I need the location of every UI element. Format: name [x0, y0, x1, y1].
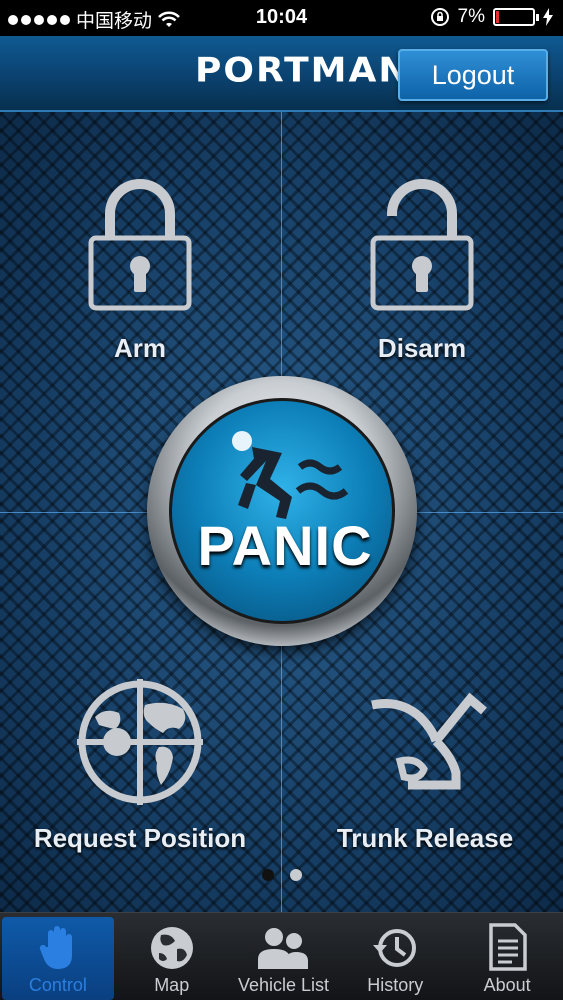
- status-right: 7%: [430, 6, 553, 28]
- trunk-icon: [371, 692, 487, 790]
- lock-closed-icon: [88, 179, 192, 311]
- brand-logo: PORTMAN: [195, 51, 411, 90]
- people-icon: [258, 928, 309, 969]
- request-position-button[interactable]: Request Position: [15, 677, 265, 854]
- status-bar: 中国移动 10:04 7%: [0, 0, 563, 36]
- battery-percent: 7%: [457, 6, 485, 27]
- tab-map[interactable]: Map: [116, 913, 228, 1000]
- tab-history[interactable]: History: [339, 913, 451, 1000]
- panic-button-face: PANIC: [169, 398, 395, 624]
- tab-about[interactable]: About: [451, 913, 563, 1000]
- arm-button[interactable]: Arm: [60, 176, 220, 364]
- rotation-lock-icon: [430, 8, 449, 26]
- panic-label: PANIC: [197, 514, 373, 577]
- page-dot-2[interactable]: [289, 869, 302, 881]
- tab-label: About: [483, 975, 531, 995]
- disarm-label: Disarm: [377, 333, 467, 363]
- panic-button[interactable]: PANIC: [147, 376, 417, 646]
- tab-label: Control: [28, 975, 87, 995]
- page-indicator[interactable]: [0, 869, 563, 881]
- tab-label: Vehicle List: [237, 975, 330, 995]
- hand-icon: [39, 926, 72, 969]
- logout-button[interactable]: Logout: [398, 49, 548, 101]
- tab-bar: Control Map Vehicle List History About: [0, 912, 563, 1000]
- request-position-label: Request Position: [33, 823, 247, 853]
- tab-control[interactable]: Control: [2, 917, 114, 1000]
- disarm-button[interactable]: Disarm: [342, 176, 502, 364]
- battery-icon: [493, 8, 539, 26]
- app-header: PORTMAN Logout: [0, 36, 563, 112]
- lock-open-icon: [370, 179, 474, 311]
- globe-icon: [150, 927, 193, 969]
- tab-vehicle-list[interactable]: Vehicle List: [228, 913, 340, 1000]
- document-icon: [489, 923, 527, 971]
- tab-label: History: [367, 975, 424, 995]
- arm-label: Arm: [113, 333, 166, 363]
- tab-label: Map: [154, 975, 190, 995]
- crosshair-globe-icon: [77, 679, 203, 805]
- page-dot-1[interactable]: [261, 869, 274, 881]
- trunk-release-button[interactable]: Trunk Release: [300, 677, 550, 854]
- trunk-release-label: Trunk Release: [336, 823, 514, 853]
- charging-icon: [543, 8, 553, 26]
- control-panel: Arm Disarm PANIC Request Position Trunk …: [0, 112, 563, 912]
- history-icon: [373, 929, 417, 967]
